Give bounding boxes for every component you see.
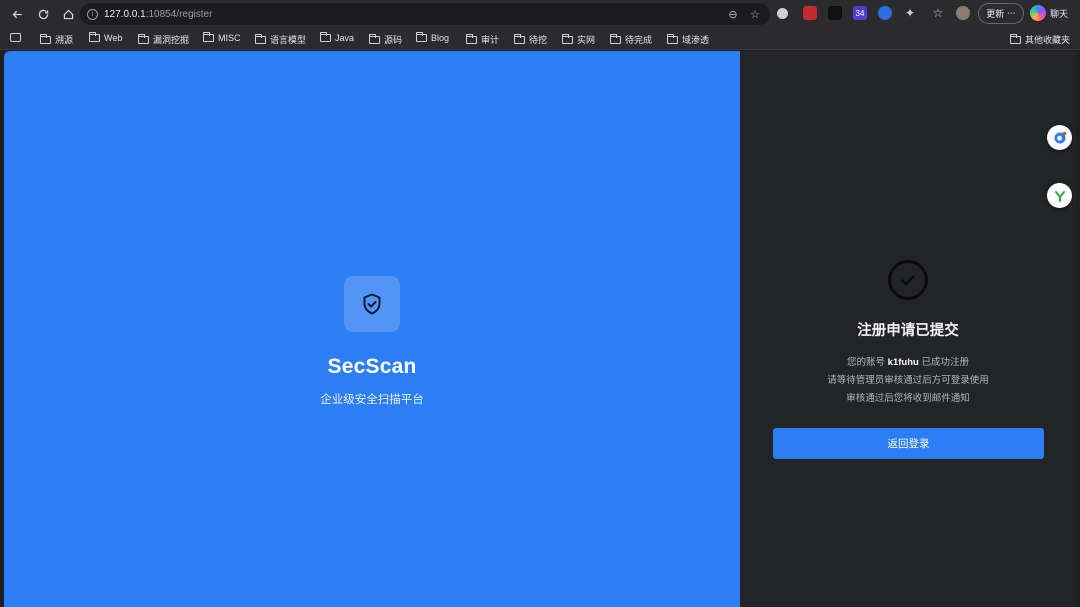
extension-black-icon[interactable] [828,6,842,20]
browser-toolbar: i 127.0.0.1:10854/register ⊖ ☆ 34 ✦ ☆ 更新… [0,0,1080,28]
folder-icon [369,33,380,44]
username: k1fuhu [887,357,919,368]
bookmark-folder[interactable]: 待完成 [610,33,652,46]
reading-list-icon[interactable] [10,33,21,42]
site-info-icon[interactable]: i [87,8,98,20]
bookmark-folder[interactable]: 实网 [562,33,595,46]
brand-tagline: 企业级安全扫描平台 [320,394,424,406]
assistant-float-icon[interactable] [1047,125,1072,150]
folder-icon [514,33,525,44]
panel-title: 注册申请已提交 [857,323,959,339]
copilot-logo-icon [1030,5,1046,21]
back-to-login-button[interactable]: 返回登录 [773,428,1044,459]
result-panel: 注册申请已提交 您的账号 k1fuhu 已成功注册 请等待管理员审核通过后方可登… [740,51,1076,607]
extension-red-icon[interactable] [803,6,817,20]
bookmark-folder[interactable]: 语言模型 [255,33,306,46]
chat-label: 聊天 [1050,8,1069,19]
folder-icon [255,33,266,44]
shield-check-icon [363,293,381,315]
address-bar[interactable]: i 127.0.0.1:10854/register ⊖ ☆ [80,3,770,25]
folder-icon [610,33,621,44]
register-page: SecScan 企业级安全扫描平台 注册申请已提交 您的账号 k1fuhu 已成… [4,51,1076,607]
bookmark-folder[interactable]: 审计 [466,33,499,46]
bookmark-folder[interactable]: 溯源 [40,33,73,46]
folder-icon [466,33,477,44]
url-path: :10854/register [145,8,213,20]
folder-icon [138,33,149,44]
folder-icon [667,33,678,44]
extension-blue-icon[interactable] [878,6,892,20]
folder-icon [1010,33,1021,44]
approval-message: 请等待管理员审核通过后方可登录使用 [827,375,989,386]
profile-avatar-icon[interactable] [956,6,970,20]
more-icon: ⋯ [1006,8,1016,18]
url-host: 127.0.0.1 [104,8,146,20]
bookmark-folder[interactable]: Java [320,32,354,43]
reload-icon[interactable] [33,4,53,24]
bookmark-folder[interactable]: 域渗透 [667,33,709,46]
folder-icon [203,32,214,42]
folder-icon [89,32,100,42]
favorites-icon[interactable]: ☆ [931,6,945,20]
shield-logo [344,276,400,332]
back-arrow-icon[interactable] [7,4,27,24]
home-icon[interactable] [58,4,78,24]
bookmark-folder[interactable]: Web [89,32,122,43]
other-bookmarks-folder[interactable]: 其他收藏夹 [1010,33,1070,46]
bookmarks-bar: 溯源 Web 漏洞挖掘 MISC 语言模型 Java 源码 Blog 审计 待挖… [0,28,1080,50]
bookmark-folder[interactable]: MISC [203,32,241,43]
extensions-puzzle-icon[interactable]: ✦ [903,6,917,20]
folder-icon [416,32,427,42]
extension-badge-count: 34 [855,8,865,18]
update-button[interactable]: 更新 ⋯ [978,3,1024,24]
bookmark-folder[interactable]: 漏洞挖掘 [138,33,189,46]
success-check-icon [888,260,928,300]
bookmark-folder[interactable]: Blog [416,32,449,43]
folder-icon [562,33,573,44]
bookmark-folder[interactable]: 源码 [369,33,402,46]
favorite-star-icon[interactable]: ☆ [748,7,762,21]
extension-badge-icon[interactable]: 34 [853,6,867,20]
zoom-minus-icon[interactable]: ⊖ [726,7,740,21]
email-notice: 审核通过后您将收到邮件通知 [846,393,970,404]
hero-panel: SecScan 企业级安全扫描平台 [4,51,740,607]
folder-icon [320,32,331,42]
bookmark-folder[interactable]: 待挖 [514,33,547,46]
chat-button[interactable]: 聊天 [1030,5,1068,21]
extension-circle-icon[interactable] [777,8,788,19]
folder-icon [40,33,51,44]
account-message: 您的账号 k1fuhu 已成功注册 [847,357,969,368]
translate-float-icon[interactable] [1047,183,1072,208]
brand-name: SecScan [327,355,417,378]
